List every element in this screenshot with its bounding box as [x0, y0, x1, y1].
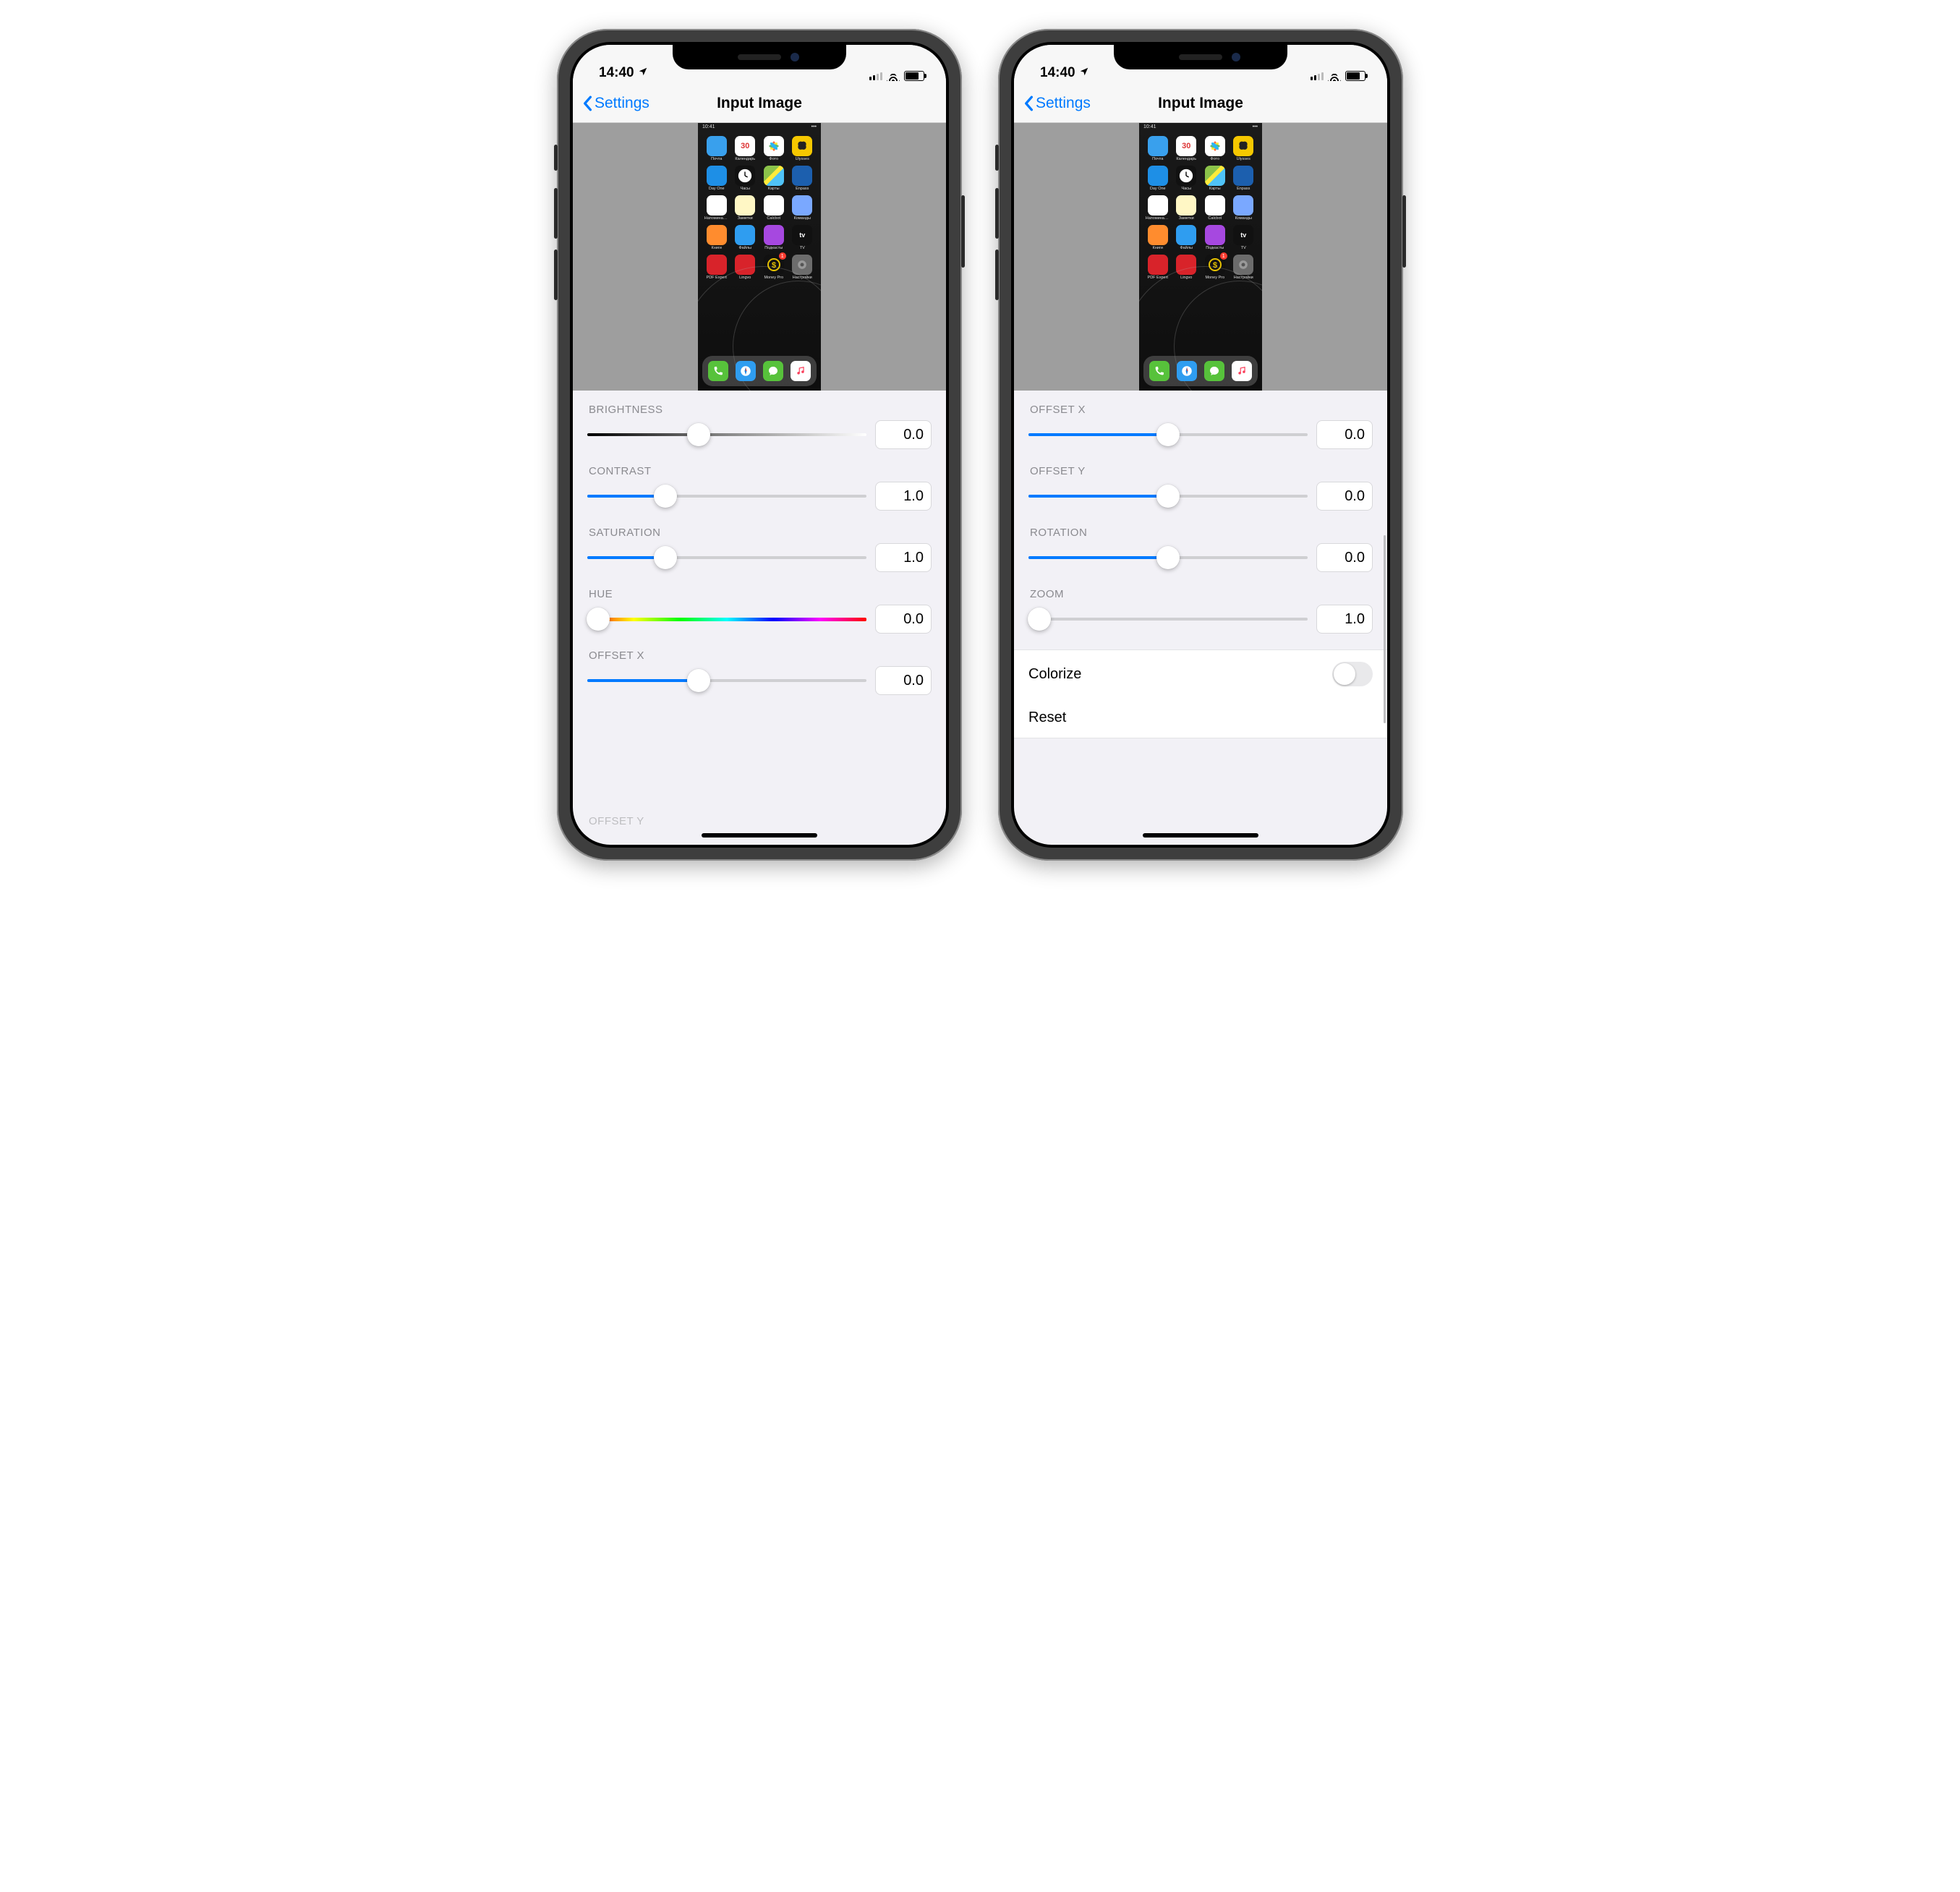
slider-value-saturation[interactable]: 1.0: [875, 543, 932, 572]
slider-thumb[interactable]: [1156, 546, 1180, 569]
slider-rotation: ROTATION 0.0: [1028, 527, 1373, 572]
slider-label: SATURATION: [587, 527, 932, 539]
slider-label: OFFSET X: [1028, 404, 1373, 416]
slider-track-saturation[interactable]: [587, 546, 866, 569]
wifi-icon: [887, 71, 900, 81]
slider-thumb[interactable]: [654, 485, 677, 508]
slider-track-offset_x[interactable]: [587, 669, 866, 692]
slider-track-zoom[interactable]: [1028, 608, 1308, 631]
slider-label: ROTATION: [1028, 527, 1373, 539]
slider-value-offset_x[interactable]: 0.0: [1316, 420, 1373, 449]
slider-track-hue[interactable]: [587, 608, 866, 631]
slider-thumb[interactable]: [1156, 423, 1180, 446]
slider-value-rotation[interactable]: 0.0: [1316, 543, 1373, 572]
slider-thumb[interactable]: [687, 423, 710, 446]
location-icon: [638, 65, 648, 81]
notch: [673, 45, 846, 69]
scroll-indicator: [1384, 535, 1386, 723]
home-indicator[interactable]: [1143, 833, 1258, 838]
slider-track-offset_y[interactable]: [1028, 485, 1308, 508]
slider-track-contrast[interactable]: [587, 485, 866, 508]
row-reset[interactable]: Reset: [1014, 698, 1387, 738]
slider-value-zoom[interactable]: 1.0: [1316, 605, 1373, 634]
status-time: 14:40: [599, 65, 634, 81]
preview-thumbnail: 10:41•••Почта30КалендарьФотоUlyssesDay O…: [698, 123, 821, 391]
slider-label: CONTRAST: [587, 465, 932, 477]
chevron-left-icon: [581, 95, 593, 111]
slider-track-offset_x[interactable]: [1028, 423, 1308, 446]
slider-thumb[interactable]: [587, 608, 610, 631]
signal-icon: [1311, 72, 1324, 80]
slider-offset_x: OFFSET X 0.0: [1028, 404, 1373, 449]
slider-track-rotation[interactable]: [1028, 546, 1308, 569]
sliders-panel-right: OFFSET X 0.0 OFFSET Y 0.0 ROTATION 0.0 ZOOM 1.0…: [1014, 391, 1387, 845]
home-indicator[interactable]: [702, 833, 817, 838]
signal-icon: [869, 72, 882, 80]
nav-bar: Settings Input Image: [573, 84, 946, 123]
slider-label: OFFSET X: [587, 649, 932, 662]
slider-label: HUE: [587, 588, 932, 600]
phone-mockup-right: 14:40 Settings Input Image 10:41•••Почта…: [998, 29, 1403, 861]
wifi-icon: [1328, 71, 1341, 81]
slider-hue: HUE 0.0: [587, 588, 932, 634]
slider-brightness: BRIGHTNESS 0.0: [587, 404, 932, 449]
preview-area: 10:41•••Почта30КалендарьФотоUlyssesDay O…: [1014, 123, 1387, 391]
slider-value-hue[interactable]: 0.0: [875, 605, 932, 634]
slider-label: BRIGHTNESS: [587, 404, 932, 416]
preview-area: 10:41•••Почта30КалендарьФотоUlyssesDay O…: [573, 123, 946, 391]
slider-track-brightness[interactable]: [587, 423, 866, 446]
slider-thumb[interactable]: [1156, 485, 1180, 508]
status-time: 14:40: [1040, 65, 1075, 81]
notch: [1114, 45, 1287, 69]
row-colorize[interactable]: Colorize: [1014, 649, 1387, 699]
phone-mockup-left: 14:40 Settings Input Image 10:41•••Почта…: [557, 29, 962, 861]
slider-value-brightness[interactable]: 0.0: [875, 420, 932, 449]
slider-offset_x: OFFSET X 0.0: [587, 649, 932, 695]
slider-thumb[interactable]: [654, 546, 677, 569]
row-label: Reset: [1028, 710, 1066, 726]
back-button[interactable]: Settings: [573, 95, 649, 112]
slider-value-offset_x[interactable]: 0.0: [875, 666, 932, 695]
location-icon: [1079, 65, 1089, 81]
slider-contrast: CONTRAST 1.0: [587, 465, 932, 511]
slider-offset_y: OFFSET Y 0.0: [1028, 465, 1373, 511]
slider-value-offset_y[interactable]: 0.0: [1316, 482, 1373, 511]
slider-saturation: SATURATION 1.0: [587, 527, 932, 572]
back-label: Settings: [1036, 95, 1091, 112]
slider-thumb[interactable]: [687, 669, 710, 692]
chevron-left-icon: [1023, 95, 1034, 111]
back-button[interactable]: Settings: [1014, 95, 1091, 112]
battery-icon: [904, 71, 924, 81]
preview-thumbnail: 10:41•••Почта30КалендарьФотоUlyssesDay O…: [1139, 123, 1262, 391]
row-label: Colorize: [1028, 666, 1081, 683]
peek-label: OFFSET Y: [587, 815, 644, 827]
back-label: Settings: [595, 95, 649, 112]
sliders-panel-left: BRIGHTNESS 0.0 CONTRAST 1.0 SATURATION 1.0 HUE…: [573, 391, 946, 845]
nav-bar: Settings Input Image: [1014, 84, 1387, 123]
slider-value-contrast[interactable]: 1.0: [875, 482, 932, 511]
toggle-colorize[interactable]: [1332, 662, 1373, 686]
slider-label: OFFSET Y: [1028, 465, 1373, 477]
slider-label: ZOOM: [1028, 588, 1373, 600]
battery-icon: [1345, 71, 1365, 81]
slider-thumb[interactable]: [1028, 608, 1051, 631]
slider-zoom: ZOOM 1.0: [1028, 588, 1373, 634]
